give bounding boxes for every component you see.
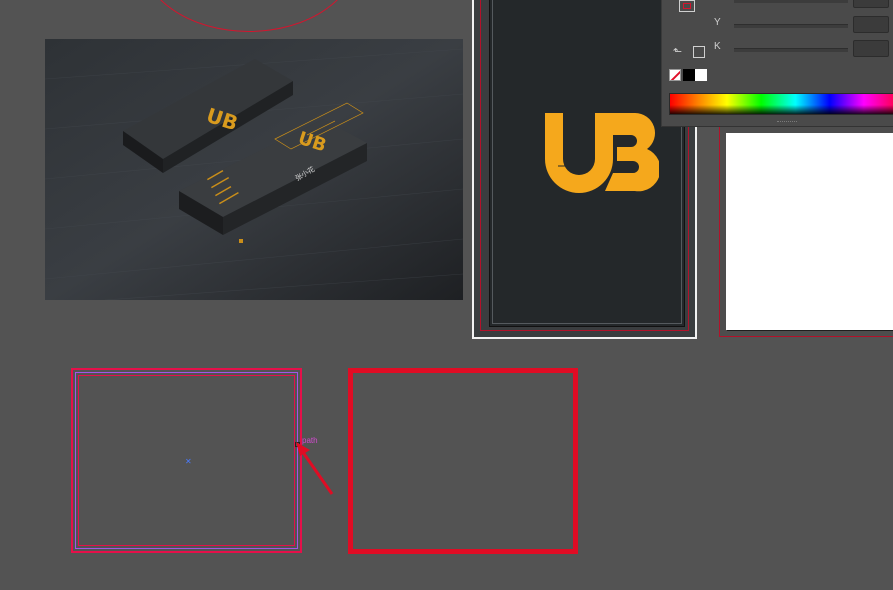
- ellipse-shape[interactable]: [140, 0, 358, 32]
- color-slider-track[interactable]: [734, 24, 848, 28]
- color-row-m[interactable]: M %: [714, 0, 893, 8]
- business-card-mockup-photo[interactable]: UB UB 张小花: [45, 39, 463, 300]
- color-channel-label: Y: [714, 17, 721, 28]
- blank-artboard[interactable]: [719, 124, 893, 337]
- blank-page[interactable]: [726, 133, 893, 330]
- panel-resize-grip[interactable]: [777, 121, 797, 125]
- color-slider-track[interactable]: [734, 0, 848, 3]
- center-point-icon[interactable]: ✕: [185, 458, 192, 466]
- color-value-field[interactable]: [853, 16, 889, 33]
- selected-rectangle-frame[interactable]: ✕: [71, 368, 302, 553]
- color-slider-track[interactable]: [734, 48, 848, 52]
- photo-illustration: UB UB 张小花: [45, 39, 463, 300]
- color-value-field[interactable]: [853, 40, 889, 57]
- white-color-swatch[interactable]: [695, 69, 707, 81]
- color-channel-label: M: [714, 0, 722, 3]
- stroke-toggle-icon[interactable]: [693, 46, 705, 58]
- swap-arrow-icon[interactable]: ⬑: [673, 46, 685, 58]
- annotation-arrow-icon: [296, 442, 334, 495]
- color-panel[interactable]: M % Y % K % ⬑: [661, 0, 893, 127]
- none-color-swatch[interactable]: [669, 69, 681, 81]
- color-spectrum-ramp[interactable]: [669, 93, 893, 115]
- color-row-k[interactable]: K %: [714, 40, 893, 57]
- ub-logo[interactable]: [543, 111, 659, 195]
- color-channel-label: K: [714, 41, 721, 52]
- black-color-swatch[interactable]: [683, 69, 695, 81]
- pasteboard-canvas[interactable]: UB UB 张小花 M: [0, 0, 893, 590]
- red-rectangle-frame[interactable]: [348, 368, 578, 554]
- stroke-color-swatch[interactable]: [679, 0, 695, 12]
- color-value-field[interactable]: [853, 0, 889, 8]
- color-row-y[interactable]: Y %: [714, 16, 893, 33]
- card-face[interactable]: [489, 0, 685, 327]
